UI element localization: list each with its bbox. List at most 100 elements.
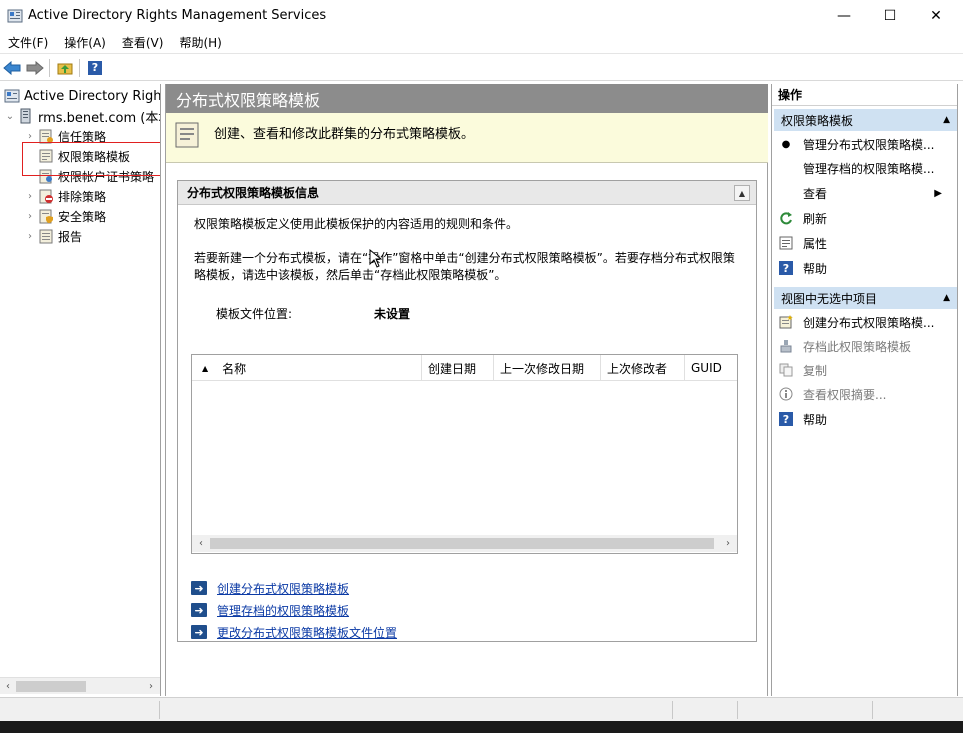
submenu-arrow-icon: ▶	[934, 187, 942, 199]
action-create-template[interactable]: 创建分布式权限策略模...	[778, 312, 934, 332]
tree-item-label: 排除策略	[58, 189, 107, 204]
tree-root[interactable]: Active Directory Rights	[2, 86, 161, 106]
forward-button[interactable]	[24, 57, 46, 79]
tree-item-report[interactable]: › 报告	[24, 226, 82, 246]
window-title: Active Directory Rights Management Servi…	[28, 8, 327, 23]
arrow-right-icon: ➜	[191, 625, 207, 639]
action-help-2[interactable]: ? 帮助	[778, 409, 827, 429]
actions-section-templates[interactable]: 权限策略模板 ▲	[774, 109, 957, 131]
collapse-up-icon[interactable]: ▲	[943, 293, 950, 303]
toolbar-separator	[79, 58, 80, 77]
back-icon	[3, 60, 21, 75]
maximize-icon: ☐	[883, 7, 897, 24]
banner-text: 创建、查看和修改此群集的分布式策略模板。	[214, 127, 475, 142]
collapse-up-icon[interactable]: ▲	[943, 115, 950, 125]
template-list[interactable]: ▲ 名称 创建日期 上一次修改日期 上次修改者 GUID ‹ ›	[191, 354, 738, 554]
column-guid[interactable]: GUID	[685, 355, 737, 381]
action-manage-distributed[interactable]: ● 管理分布式权限策略模...	[778, 134, 935, 154]
actions-title: 操作	[772, 84, 957, 106]
minimize-button[interactable]: —	[821, 0, 867, 31]
report-icon	[38, 228, 54, 244]
action-help[interactable]: ? 帮助	[778, 258, 827, 278]
actions-section-no-selection[interactable]: 视图中无选中项目 ▲	[774, 287, 957, 309]
sort-up-icon: ▲	[202, 363, 209, 373]
archive-icon	[778, 338, 794, 354]
maximize-button[interactable]: ☐	[867, 0, 913, 31]
status-bar	[0, 697, 963, 721]
close-button[interactable]: ✕	[913, 0, 959, 31]
menu-help[interactable]: 帮助(H)	[171, 34, 229, 51]
scroll-left-icon[interactable]: ‹	[0, 678, 16, 695]
action-refresh[interactable]: 刷新	[778, 208, 827, 228]
scrollbar-thumb[interactable]	[210, 538, 714, 549]
center-title: 分布式权限策略模板	[166, 84, 768, 113]
server-icon	[18, 108, 34, 124]
column-name[interactable]: ▲ 名称	[192, 355, 422, 381]
help-icon: ?	[779, 261, 793, 275]
tree-server[interactable]: ⌄ rms.benet.com (本地	[4, 106, 160, 126]
menu-bar: 文件(F) 操作(A) 查看(V) 帮助(H)	[0, 31, 963, 54]
selection-highlight	[22, 142, 160, 176]
action-copy[interactable]: 复制	[778, 360, 827, 380]
chevron-down-icon[interactable]: ⌄	[4, 111, 16, 122]
menu-view[interactable]: 查看(V)	[114, 34, 172, 51]
actions-pane: 操作 权限策略模板 ▲ ● 管理分布式权限策略模... 管理存档的权限策略模..…	[771, 84, 958, 696]
app-icon	[7, 8, 23, 24]
tree-item-label: 报告	[58, 229, 83, 244]
refresh-icon	[778, 210, 794, 226]
menu-file[interactable]: 文件(F)	[0, 34, 56, 51]
action-manage-archived[interactable]: 管理存档的权限策略模...	[778, 158, 934, 178]
action-view[interactable]: 查看 ▶	[778, 183, 950, 203]
arrow-right-icon: ➜	[191, 581, 207, 595]
new-template-icon	[778, 314, 794, 330]
minimize-icon: —	[837, 7, 851, 24]
help-button[interactable]: ?	[84, 57, 106, 79]
console-tree: Active Directory Rights ⌄ rms.benet.com …	[0, 84, 161, 696]
action-properties[interactable]: 属性	[778, 233, 827, 253]
collapse-button[interactable]: ▲	[734, 185, 750, 201]
scroll-left-icon[interactable]: ‹	[193, 535, 209, 552]
action-archive-template[interactable]: 存档此权限策略模板	[778, 336, 911, 356]
column-modified-by[interactable]: 上次修改者	[601, 355, 685, 381]
description-banner: 创建、查看和修改此群集的分布式策略模板。	[166, 113, 768, 163]
taskbar-edge	[0, 721, 963, 733]
info-header: 分布式权限策略模板信息 ▲	[178, 181, 756, 205]
scroll-right-icon[interactable]: ›	[143, 678, 159, 695]
action-view-rights-summary[interactable]: 查看权限摘要...	[778, 384, 886, 404]
properties-icon	[778, 235, 794, 251]
status-segment	[673, 701, 738, 719]
info-description: 权限策略模板定义使用此模板保护的内容适用的规则和条件。	[194, 217, 519, 231]
link-create-template[interactable]: ➜ 创建分布式权限策略模板	[191, 579, 349, 597]
list-horizontal-scrollbar[interactable]: ‹ ›	[192, 535, 737, 552]
info-instructions: 若要新建一个分布式模板，请在“操作”窗格中单击“创建分布式权限策略模板”。若要存…	[194, 251, 735, 282]
link-change-location[interactable]: ➜ 更改分布式权限策略模板文件位置	[191, 623, 397, 641]
column-modified[interactable]: 上一次修改日期	[494, 355, 601, 381]
status-segment	[738, 701, 873, 719]
info-icon	[778, 386, 794, 402]
link-manage-archived[interactable]: ➜ 管理存档的权限策略模板	[191, 601, 349, 619]
toolbar: ?	[0, 55, 963, 81]
help-icon: ?	[779, 412, 793, 426]
tree-item-security-policy[interactable]: › 安全策略	[24, 206, 106, 226]
forward-icon	[26, 60, 44, 75]
bullet-icon: ●	[781, 138, 791, 150]
chevron-right-icon[interactable]: ›	[24, 131, 36, 142]
status-segment	[0, 701, 160, 719]
tree-item-exclusion[interactable]: › 排除策略	[24, 186, 106, 206]
template-info-panel: 分布式权限策略模板信息 ▲ 权限策略模板定义使用此模板保护的内容适用的规则和条件…	[177, 180, 757, 642]
tree-horizontal-scrollbar[interactable]: ‹ ›	[0, 677, 160, 694]
status-segment	[160, 701, 673, 719]
chevron-right-icon[interactable]: ›	[24, 191, 36, 202]
up-folder-button[interactable]	[54, 57, 76, 79]
menu-action[interactable]: 操作(A)	[56, 34, 114, 51]
scroll-right-icon[interactable]: ›	[720, 535, 736, 552]
copy-icon	[778, 362, 794, 378]
chevron-right-icon[interactable]: ›	[24, 211, 36, 222]
back-button[interactable]	[1, 57, 23, 79]
column-created[interactable]: 创建日期	[422, 355, 494, 381]
chevron-right-icon[interactable]: ›	[24, 231, 36, 242]
scrollbar-thumb[interactable]	[16, 681, 86, 692]
folder-up-icon	[57, 63, 73, 74]
exclusion-icon	[38, 188, 54, 204]
tree-root-label: Active Directory Rights	[24, 88, 161, 104]
